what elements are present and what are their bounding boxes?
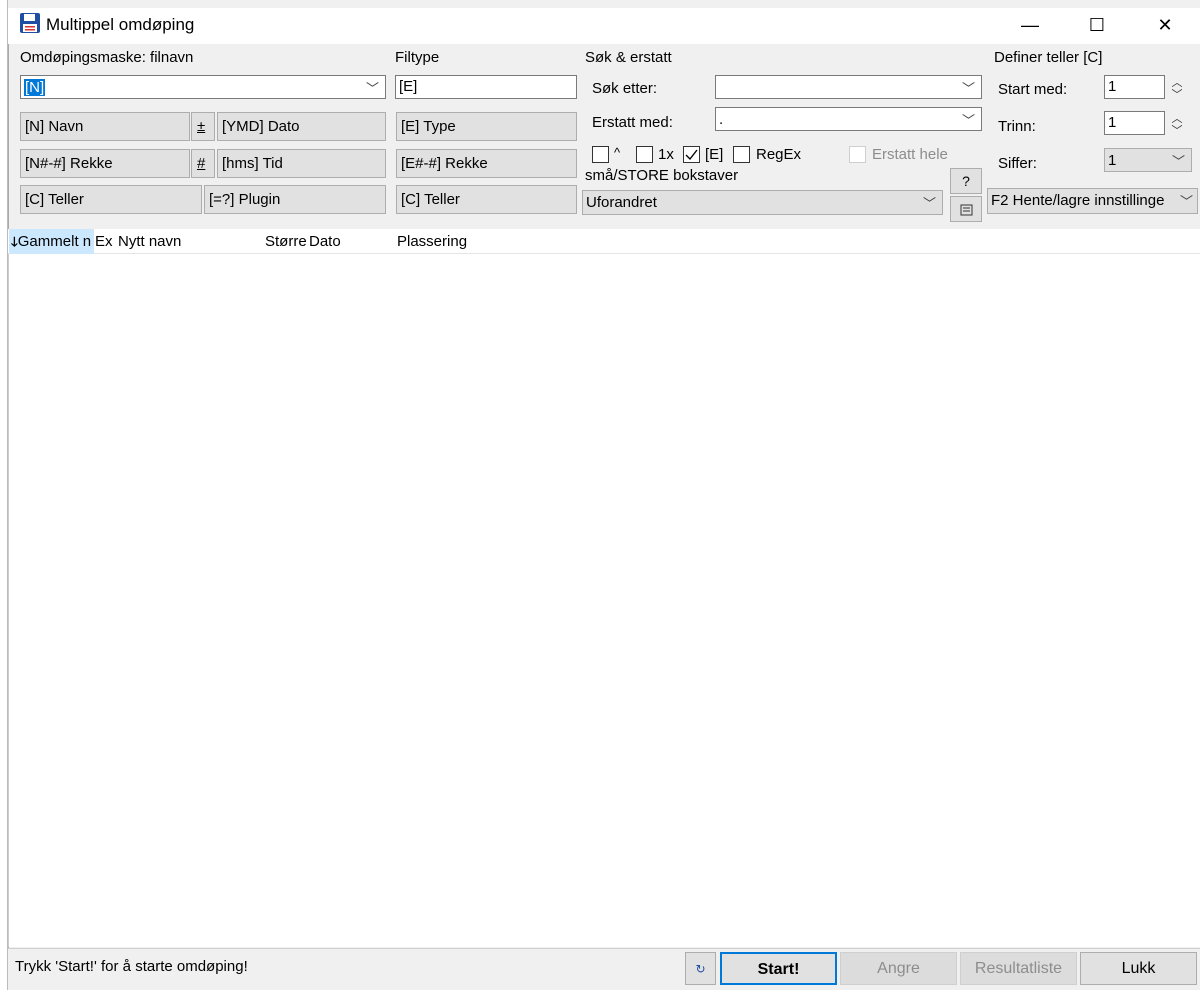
column-location[interactable]: Plassering xyxy=(397,229,697,254)
status-text: Trykk 'Start!' for å starte omdøping! xyxy=(15,958,248,975)
sort-down-arrow-icon: 🡓 xyxy=(11,234,18,249)
chevron-down-icon[interactable]: ﹀ xyxy=(1180,191,1193,210)
digits-value: 1 xyxy=(1108,152,1117,169)
digits-label: Siffer: xyxy=(998,155,1037,172)
mask-group-label: Omdøpingsmaske: filnavn xyxy=(20,49,194,66)
file-list[interactable] xyxy=(8,254,1200,947)
column-ext[interactable]: Ex xyxy=(95,229,117,254)
search-group-label: Søk & erstatt xyxy=(585,49,672,66)
background-window-strip xyxy=(0,0,1200,8)
regex-label: RegEx xyxy=(756,146,802,163)
maximize-button[interactable]: ☐ xyxy=(1072,10,1122,40)
step-down-icon[interactable]: ﹀ xyxy=(1170,126,1184,137)
regex-checkbox[interactable] xyxy=(733,146,750,163)
insert-ext-counter-button[interactable]: [C] Teller xyxy=(396,185,577,214)
floppy-disk-icon xyxy=(20,13,40,33)
step-label: Trinn: xyxy=(998,118,1036,135)
insert-counter-button[interactable]: [C] Teller xyxy=(20,185,202,214)
column-date[interactable]: Dato xyxy=(309,229,394,254)
mask-value: [N] xyxy=(24,79,46,96)
list-icon xyxy=(960,204,973,216)
replace-all-checkbox[interactable] xyxy=(849,146,866,163)
case-label: små/STORE bokstaver xyxy=(585,167,739,184)
minimize-button[interactable]: — xyxy=(1005,10,1055,40)
help-button[interactable]: ? xyxy=(950,168,982,194)
refresh-button[interactable]: ↻ xyxy=(685,952,716,985)
once-label: 1x xyxy=(658,146,674,163)
insert-date-button[interactable]: [YMD] Dato xyxy=(217,112,386,141)
ext-mask-input[interactable]: [E] xyxy=(395,75,577,99)
close-button[interactable]: Lukk xyxy=(1080,952,1197,985)
case-combobox[interactable]: Uforandret ﹀ xyxy=(582,190,943,215)
counter-group-label: Definer teller [C] xyxy=(994,49,1103,66)
ext-mask-value: [E] xyxy=(399,78,418,95)
chevron-down-icon[interactable]: ﹀ xyxy=(1172,151,1185,170)
start-input[interactable]: 1 xyxy=(1104,75,1165,99)
search-label: Søk etter: xyxy=(592,80,658,97)
mask-combobox[interactable]: [N] ﹀ xyxy=(20,75,386,99)
chevron-down-icon[interactable]: ﹀ xyxy=(962,110,975,129)
digits-combobox[interactable]: 1 ﹀ xyxy=(1104,148,1192,172)
step-input[interactable]: 1 xyxy=(1104,111,1165,135)
caret-label: ^ xyxy=(614,145,621,160)
start-button[interactable]: Start! xyxy=(720,952,837,985)
undo-button[interactable]: Angre xyxy=(840,952,957,985)
chevron-down-icon[interactable]: ﹀ xyxy=(962,78,975,97)
settings-combobox[interactable]: F2 Hente/lagre innstillinge ﹀ xyxy=(987,188,1198,214)
ext-checkbox[interactable] xyxy=(683,146,700,163)
insert-plugin-button[interactable]: [=?] Plugin xyxy=(204,185,386,214)
chevron-down-icon[interactable]: ﹀ xyxy=(923,193,936,212)
hash-button[interactable]: # xyxy=(191,149,215,178)
start-down-icon[interactable]: ﹀ xyxy=(1170,90,1184,101)
replace-label: Erstatt med: xyxy=(592,114,673,131)
insert-name-button[interactable]: [N] Navn xyxy=(20,112,190,141)
case-value: Uforandret xyxy=(586,194,657,211)
start-value: 1 xyxy=(1108,78,1117,95)
plugin-options-button[interactable] xyxy=(950,196,982,222)
chevron-down-icon[interactable]: ﹀ xyxy=(366,78,379,97)
refresh-icon: ↻ xyxy=(695,962,706,976)
ext-group-label: Filtype xyxy=(395,49,440,66)
result-list-button[interactable]: Resultatliste xyxy=(960,952,1077,985)
start-label: Start med: xyxy=(998,81,1068,98)
search-combobox[interactable]: ﹀ xyxy=(715,75,982,99)
replace-all-label: Erstatt hele xyxy=(872,146,948,163)
insert-ext-range-button[interactable]: [E#-#] Rekke xyxy=(396,149,577,178)
insert-time-button[interactable]: [hms] Tid xyxy=(217,149,386,178)
background-window-edge xyxy=(0,0,8,990)
checkmark-icon xyxy=(685,149,698,161)
column-old-name[interactable]: 🡓Gammelt n xyxy=(9,229,94,254)
column-old-name-label: Gammelt n xyxy=(17,233,92,250)
start-up-icon[interactable]: ︿ xyxy=(1170,78,1184,89)
column-size[interactable]: Større xyxy=(265,229,307,254)
replace-combobox[interactable]: . ﹀ xyxy=(715,107,982,131)
caret-checkbox[interactable] xyxy=(592,146,609,163)
ext-option-label: [E] xyxy=(705,146,724,163)
settings-value: F2 Hente/lagre innstillinge xyxy=(991,192,1165,209)
replace-value: . xyxy=(719,111,724,128)
insert-name-range-button[interactable]: [N#-#] Rekke xyxy=(20,149,190,178)
insert-type-button[interactable]: [E] Type xyxy=(396,112,577,141)
step-up-icon[interactable]: ︿ xyxy=(1170,114,1184,125)
once-checkbox[interactable] xyxy=(636,146,653,163)
column-new-name[interactable]: Nytt navn xyxy=(118,229,263,254)
close-window-button[interactable]: ✕ xyxy=(1140,10,1190,40)
window-title: Multippel omdøping xyxy=(46,15,195,34)
plusminus-button[interactable]: ± xyxy=(191,112,215,141)
step-value: 1 xyxy=(1108,114,1117,131)
